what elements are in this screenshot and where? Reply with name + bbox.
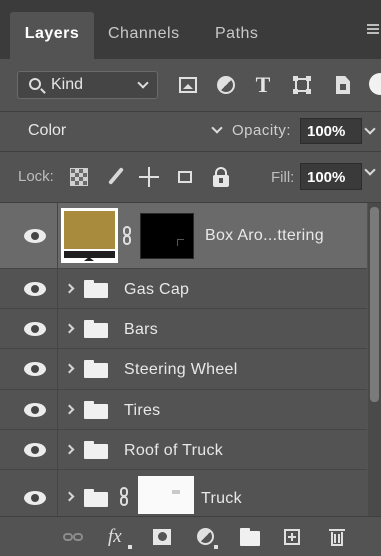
layer-row-box-lettering[interactable]: Box Aro...ttering bbox=[0, 203, 367, 269]
layer-name: Box Aro...ttering bbox=[205, 227, 324, 244]
folder-icon bbox=[84, 489, 108, 507]
filter-kind-label: Kind bbox=[51, 76, 84, 93]
lock-artboard-icon[interactable] bbox=[174, 166, 196, 188]
layer-filter-row: Kind T bbox=[0, 59, 381, 111]
folder-icon bbox=[84, 280, 108, 298]
folder-icon bbox=[84, 360, 108, 378]
visibility-cell bbox=[0, 269, 58, 308]
adjustment-filter-icon[interactable] bbox=[214, 73, 238, 97]
search-icon bbox=[29, 78, 41, 90]
expand-caret-icon[interactable] bbox=[64, 283, 75, 294]
eye-icon[interactable] bbox=[24, 491, 46, 505]
expand-caret-icon[interactable] bbox=[64, 404, 75, 415]
lock-all-icon[interactable] bbox=[210, 166, 232, 188]
layer-row-gas-cap[interactable]: Gas Cap bbox=[0, 269, 367, 309]
blend-opacity-row: Color Opacity: 100% bbox=[0, 111, 381, 151]
layer-row-bars[interactable]: Bars bbox=[0, 309, 367, 349]
filter-toggle-icon[interactable] bbox=[369, 73, 381, 95]
lock-fill-row: Lock: Fill: 100% bbox=[0, 152, 381, 202]
lock-label: Lock: bbox=[18, 168, 54, 185]
eye-icon[interactable] bbox=[24, 362, 46, 376]
image-filter-icon[interactable] bbox=[176, 73, 200, 97]
expand-caret-icon[interactable] bbox=[64, 491, 75, 502]
panel-tab-bar: Layers Channels Paths bbox=[0, 0, 381, 59]
new-layer-icon[interactable] bbox=[282, 527, 304, 547]
layers-panel: Layers Channels Paths Kind T Color Opaci… bbox=[0, 0, 381, 556]
layer-row-steering-wheel[interactable]: Steering Wheel bbox=[0, 349, 367, 390]
layers-bottom-toolbar: fx bbox=[0, 516, 381, 556]
blend-mode-value: Color bbox=[28, 122, 67, 139]
add-mask-icon[interactable] bbox=[151, 527, 173, 547]
filter-kind-select[interactable]: Kind bbox=[17, 71, 158, 99]
layer-style-icon[interactable]: fx bbox=[108, 527, 130, 547]
layer-name: Truck bbox=[201, 490, 242, 507]
eye-icon[interactable] bbox=[24, 282, 46, 296]
expand-caret-icon[interactable] bbox=[64, 323, 75, 334]
visibility-cell bbox=[0, 390, 58, 429]
chevron-down-icon bbox=[137, 77, 149, 89]
layer-name: Tires bbox=[124, 402, 161, 419]
layer-name: Roof of Truck bbox=[124, 442, 224, 459]
expand-caret-icon[interactable] bbox=[64, 444, 75, 455]
shape-filter-icon[interactable] bbox=[290, 73, 314, 97]
folder-icon bbox=[84, 401, 108, 419]
type-filter-icon[interactable]: T bbox=[251, 73, 275, 97]
link-icon[interactable] bbox=[122, 226, 131, 246]
smart-object-filter-icon[interactable] bbox=[331, 73, 355, 97]
visibility-cell bbox=[0, 349, 58, 389]
layer-thumbnail[interactable] bbox=[61, 208, 118, 263]
eye-icon[interactable] bbox=[24, 403, 46, 417]
visibility-cell bbox=[0, 430, 58, 469]
layer-mask-thumbnail[interactable] bbox=[140, 213, 194, 259]
visibility-cell bbox=[0, 470, 58, 516]
opacity-label: Opacity: bbox=[232, 122, 292, 139]
layer-name: Bars bbox=[124, 321, 159, 338]
blend-mode-select[interactable]: Color bbox=[17, 118, 227, 144]
link-icon[interactable] bbox=[119, 487, 128, 507]
adjustment-menu-dot bbox=[214, 545, 218, 549]
folder-icon bbox=[84, 320, 108, 338]
layers-list: Box Aro...ttering Gas Cap Bars Steering … bbox=[0, 203, 367, 516]
layer-name: Gas Cap bbox=[124, 281, 190, 298]
chevron-down-icon bbox=[211, 122, 223, 134]
expand-caret-icon[interactable] bbox=[64, 363, 75, 374]
tab-paths[interactable]: Paths bbox=[215, 12, 258, 59]
folder-icon bbox=[84, 441, 108, 459]
opacity-input[interactable]: 100% bbox=[300, 118, 362, 144]
lock-pixels-icon[interactable] bbox=[104, 166, 126, 188]
tab-layers[interactable]: Layers bbox=[10, 12, 94, 59]
fill-label: Fill: bbox=[271, 169, 295, 186]
layer-style-menu-dot bbox=[128, 545, 132, 549]
delete-layer-icon[interactable] bbox=[327, 527, 349, 547]
tab-channels[interactable]: Channels bbox=[108, 12, 180, 59]
eye-icon[interactable] bbox=[24, 443, 46, 457]
eye-icon[interactable] bbox=[24, 322, 46, 336]
visibility-cell bbox=[0, 203, 58, 268]
panel-menu-icon[interactable] bbox=[367, 22, 379, 44]
fill-input[interactable]: 100% bbox=[300, 163, 362, 190]
scrollbar-thumb[interactable] bbox=[370, 207, 379, 402]
layer-row-roof-of-truck[interactable]: Roof of Truck bbox=[0, 430, 367, 470]
lock-position-icon[interactable] bbox=[138, 166, 160, 188]
layer-row-tires[interactable]: Tires bbox=[0, 390, 367, 430]
layer-mask-thumbnail[interactable] bbox=[138, 476, 194, 514]
lock-transparency-icon[interactable] bbox=[70, 168, 88, 186]
eye-icon[interactable] bbox=[24, 229, 46, 243]
link-layers-icon[interactable] bbox=[63, 527, 85, 547]
adjustment-layer-icon[interactable] bbox=[195, 527, 217, 547]
new-group-icon[interactable] bbox=[240, 527, 262, 547]
visibility-cell bbox=[0, 309, 58, 348]
layer-name: Steering Wheel bbox=[124, 361, 238, 378]
layer-row-truck[interactable]: Truck bbox=[0, 470, 367, 516]
